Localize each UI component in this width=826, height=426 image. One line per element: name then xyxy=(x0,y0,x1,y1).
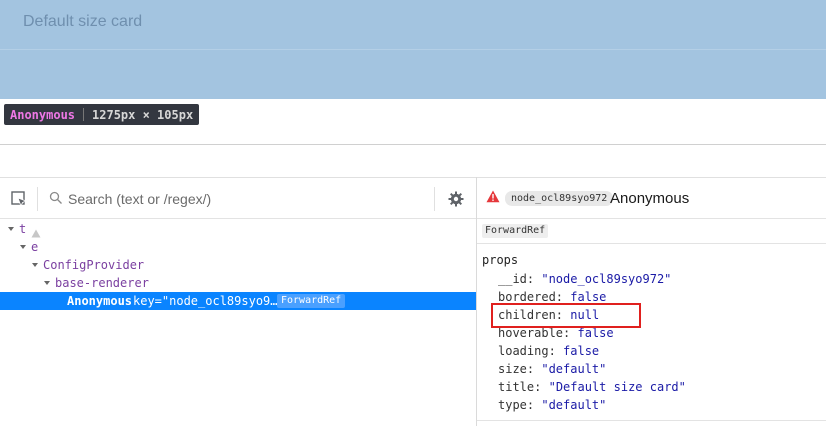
section-divider xyxy=(477,243,826,244)
prop-key: title: xyxy=(498,380,542,394)
prop-value[interactable]: "default" xyxy=(541,398,606,412)
forwardref-badge: ForwardRef xyxy=(277,294,346,308)
prop-key: hoverable: xyxy=(498,326,571,340)
tree-toolbar xyxy=(0,178,476,219)
tree-node-t[interactable]: t xyxy=(0,220,476,238)
tooltip-size: 1275px × 105px xyxy=(92,107,194,122)
expand-caret-icon[interactable] xyxy=(30,256,40,274)
inspector-panel: node_ocl89syo972 Anonymous ForwardRef pr… xyxy=(477,177,826,426)
prop-value[interactable]: "default" xyxy=(541,362,606,376)
forwardref-badge: ForwardRef xyxy=(482,224,549,238)
toolbar-divider xyxy=(434,187,435,211)
prop-value[interactable]: false xyxy=(570,290,606,304)
tree-node-base-renderer[interactable]: base-renderer xyxy=(0,274,476,292)
tree-node-anonymous[interactable]: Anonymous key="node_ocl89syo9…" ForwardR… xyxy=(0,292,476,310)
toolbar-divider xyxy=(37,187,38,211)
prop-key: __id: xyxy=(498,272,535,286)
devtools-top-border xyxy=(0,144,826,145)
prop-key: loading: xyxy=(498,344,556,358)
search-icon xyxy=(49,191,63,205)
prop-value[interactable]: false xyxy=(577,326,613,340)
node-id-chip: node_ocl89syo972 xyxy=(505,191,614,206)
prop-key: size: xyxy=(498,362,535,376)
prop-row[interactable]: loading: false xyxy=(498,342,599,360)
inspector-header: node_ocl89syo972 Anonymous xyxy=(477,178,826,219)
prop-value[interactable]: false xyxy=(563,344,599,358)
expand-caret-icon[interactable] xyxy=(18,238,28,256)
component-tree: t e ConfigProvider base-renderer Anonymo… xyxy=(0,220,476,310)
expand-caret-icon[interactable] xyxy=(42,274,52,292)
card-title: Default size card xyxy=(23,13,143,30)
tree-node-label: e xyxy=(31,240,39,254)
annotation-highlight-box xyxy=(491,303,641,328)
tree-node-label: t xyxy=(19,222,27,236)
prop-row[interactable]: type: "default" xyxy=(498,396,606,414)
component-tree-panel: t e ConfigProvider base-renderer Anonymo… xyxy=(0,177,476,426)
tree-node-e[interactable]: e xyxy=(0,238,476,256)
section-divider xyxy=(477,420,826,421)
tree-node-label: Anonymous xyxy=(67,294,133,308)
prop-value[interactable]: "Default size card" xyxy=(549,380,686,394)
inspected-component-name: Anonymous xyxy=(610,190,690,207)
prop-row[interactable]: size: "default" xyxy=(498,360,606,378)
prop-key: type: xyxy=(498,398,535,412)
warning-icon xyxy=(31,225,41,238)
tree-node-label: base-renderer xyxy=(55,276,149,290)
tree-node-config-provider[interactable]: ConfigProvider xyxy=(0,256,476,274)
prop-key: bordered: xyxy=(498,290,564,304)
select-element-icon[interactable] xyxy=(10,190,28,208)
prop-row[interactable]: __id: "node_ocl89syo972" xyxy=(498,270,671,288)
tooltip-separator xyxy=(83,108,85,121)
tree-node-label: ConfigProvider xyxy=(43,258,145,272)
card-header: Default size card xyxy=(0,0,826,50)
gear-icon[interactable] xyxy=(447,190,465,208)
props-section-title: props xyxy=(482,253,519,267)
warning-icon xyxy=(486,190,500,203)
tree-node-key: key="node_ocl89syo9…" xyxy=(133,294,285,308)
inspect-tooltip: Anonymous 1275px × 105px xyxy=(4,104,200,125)
prop-row[interactable]: title: "Default size card" xyxy=(498,378,686,396)
prop-value[interactable]: "node_ocl89syo972" xyxy=(541,272,671,286)
expand-caret-icon[interactable] xyxy=(6,220,16,238)
search-input[interactable] xyxy=(68,188,428,210)
tooltip-component-name: Anonymous xyxy=(10,107,76,122)
rendered-card: Default size card xyxy=(0,0,826,99)
